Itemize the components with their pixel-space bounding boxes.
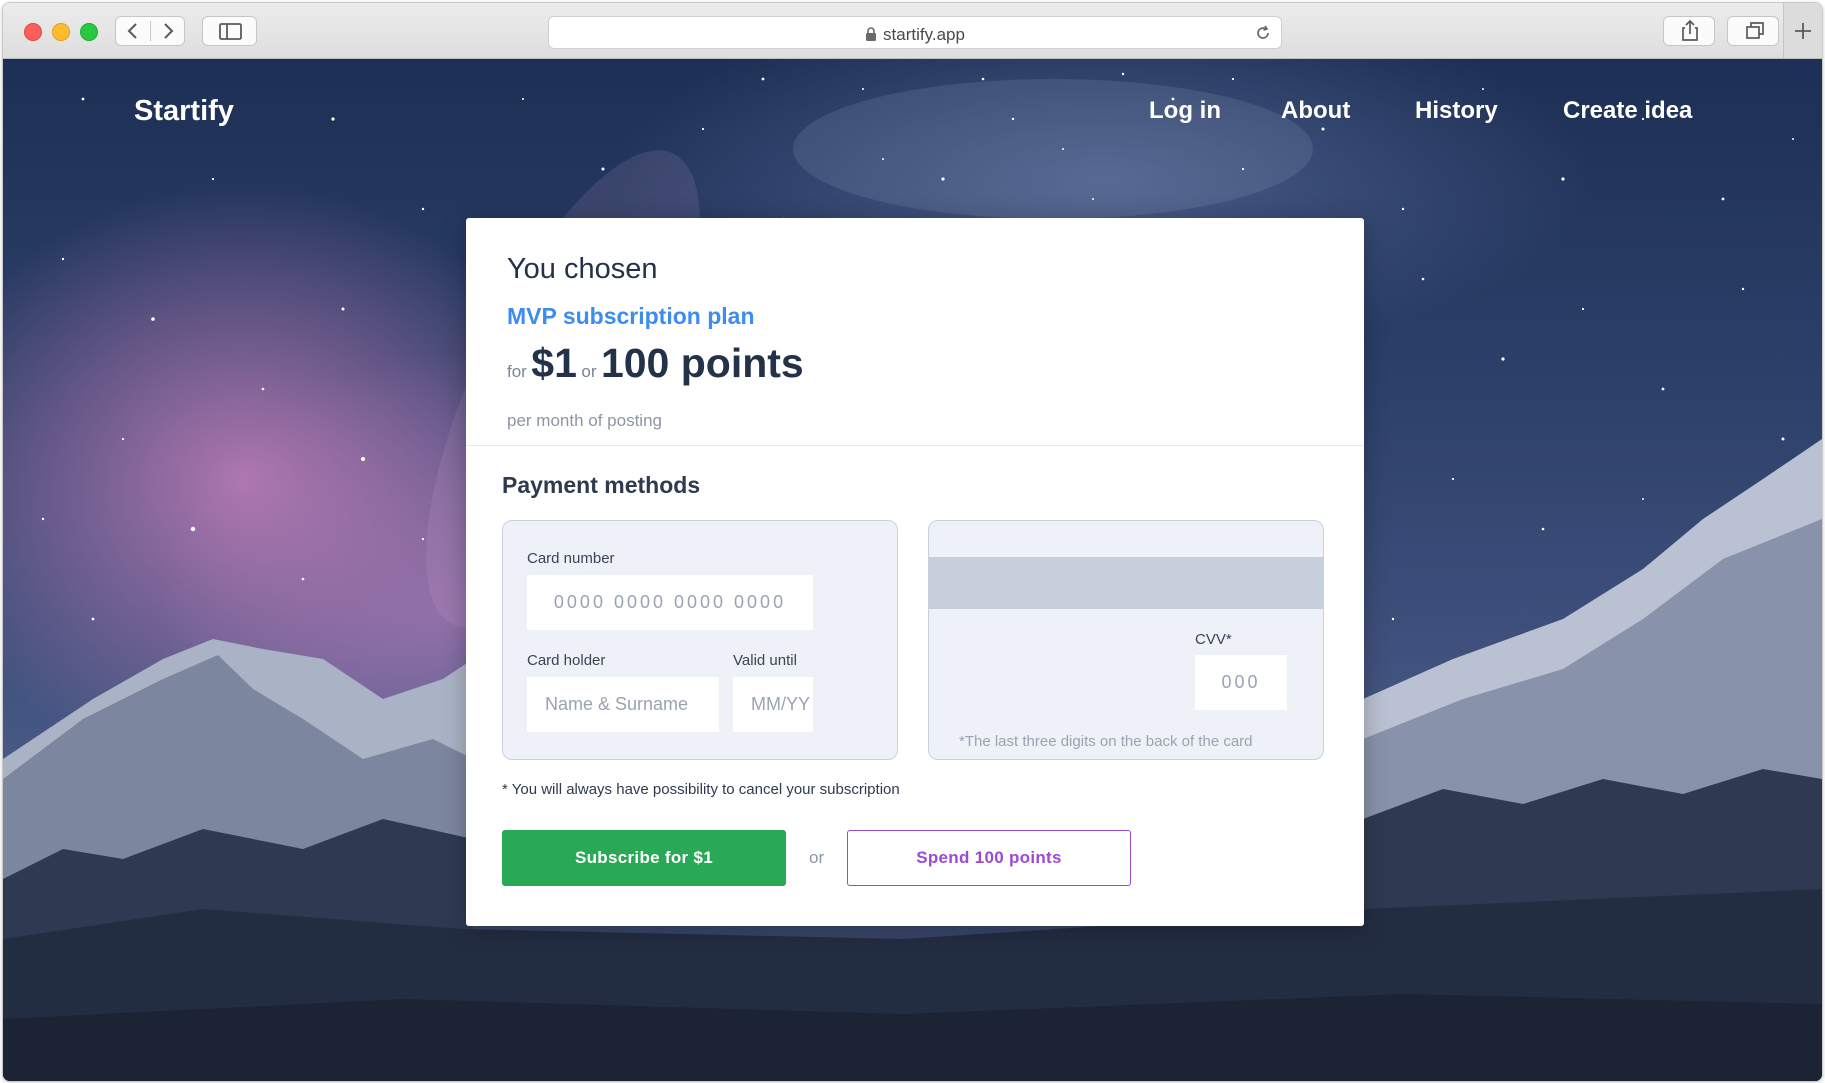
nav-history-link[interactable]: History: [1415, 97, 1498, 125]
card-back-panel: CVV* 000 *The last three digits on the b…: [928, 520, 1324, 760]
section-divider: [466, 445, 1364, 446]
subscribe-button[interactable]: Subscribe for $1: [502, 830, 786, 886]
minimize-window-button[interactable]: [52, 23, 70, 41]
history-nav-buttons: [115, 16, 185, 46]
back-button[interactable]: [116, 17, 151, 45]
plus-icon: [1795, 23, 1811, 39]
spend-points-button[interactable]: Spend 100 points: [847, 830, 1131, 886]
valid-until-input[interactable]: MM/YY: [733, 677, 813, 732]
url-text: startify.app: [883, 25, 965, 44]
new-tab-button[interactable]: [1783, 3, 1822, 58]
magnetic-stripe: [929, 557, 1323, 609]
plan-heading: You chosen: [507, 253, 658, 285]
card-front-panel: Card number 0000 0000 0000 0000 Card hol…: [502, 520, 898, 760]
price-points: 100 points: [600, 340, 804, 386]
close-window-button[interactable]: [24, 23, 42, 41]
tabs-overview-button[interactable]: [1727, 16, 1779, 46]
nav-login-link[interactable]: Log in: [1149, 97, 1221, 125]
cancel-note: * You will always have possibility to ca…: [502, 781, 900, 798]
nav-create-idea-link[interactable]: Create idea: [1563, 97, 1692, 125]
reload-icon[interactable]: [1253, 23, 1273, 43]
cvv-input[interactable]: 000: [1195, 655, 1287, 710]
share-button[interactable]: [1663, 16, 1715, 46]
card-holder-input[interactable]: Name & Surname: [527, 677, 719, 732]
card-number-input[interactable]: 0000 0000 0000 0000: [527, 575, 813, 630]
nav-about-link[interactable]: About: [1281, 97, 1350, 125]
cvv-label: CVV*: [1195, 631, 1232, 648]
price-row: for $1 or 100 points: [507, 340, 804, 387]
brand-logo[interactable]: Startify: [134, 95, 234, 128]
sidebar-toggle-button[interactable]: [202, 16, 257, 46]
chevron-left-icon: [127, 23, 137, 39]
sidebar-icon: [219, 23, 242, 40]
cvv-hint: *The last three digits on the back of th…: [959, 733, 1253, 750]
or-separator: or: [809, 848, 825, 867]
valid-until-label: Valid until: [733, 652, 797, 669]
browser-window: startify.app Startify Log in About Histo…: [2, 2, 1823, 1082]
subscription-card: You chosen MVP subscription plan for $1 …: [466, 218, 1364, 926]
card-holder-label: Card holder: [527, 652, 606, 669]
tabs-icon: [1746, 22, 1764, 39]
payment-methods-title: Payment methods: [502, 472, 701, 498]
hero-background: Startify Log in About History Create ide…: [3, 59, 1822, 1081]
share-icon: [1682, 19, 1698, 41]
plan-name: MVP subscription plan: [507, 303, 755, 329]
zoom-window-button[interactable]: [80, 23, 98, 41]
for-label: for: [507, 362, 527, 381]
browser-toolbar: startify.app: [3, 3, 1822, 59]
address-bar[interactable]: startify.app: [548, 16, 1282, 49]
price-period: per month of posting: [507, 411, 662, 430]
lock-icon: [866, 27, 877, 41]
forward-button[interactable]: [151, 17, 186, 45]
or-label: or: [581, 362, 597, 381]
card-number-label: Card number: [527, 550, 615, 567]
price-amount: $1: [531, 340, 577, 386]
chevron-right-icon: [164, 23, 174, 39]
